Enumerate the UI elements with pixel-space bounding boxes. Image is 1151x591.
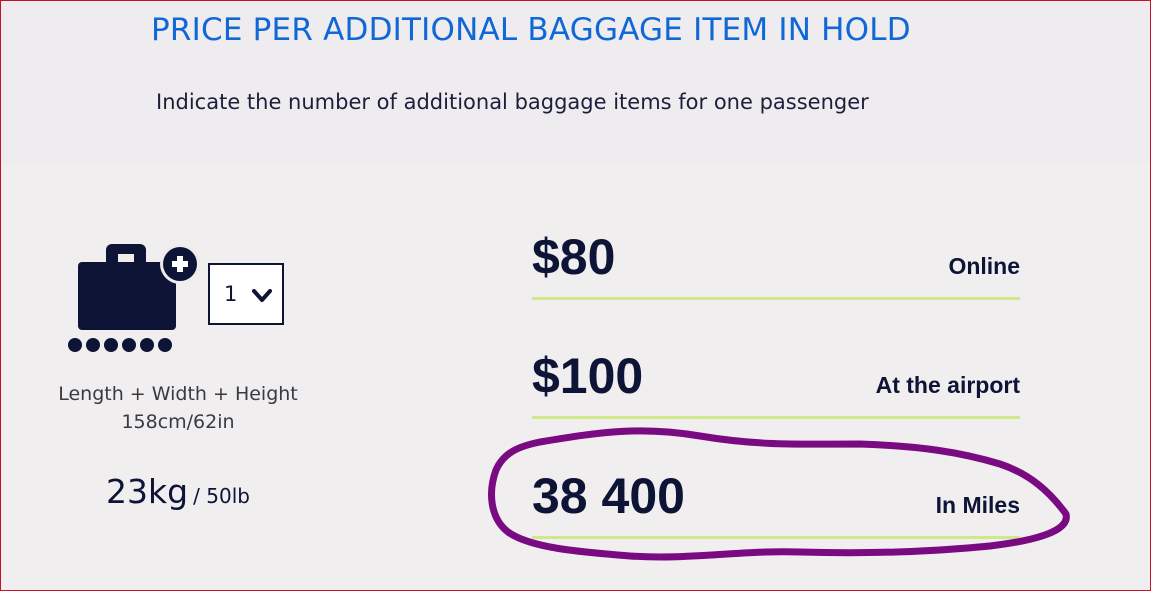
price-amount: $80 [532,229,616,285]
baggage-quantity-select[interactable]: 1 [208,263,284,325]
price-row-miles: 38 400 In Miles [532,465,1020,539]
price-label: Online [948,253,1020,279]
price-label: In Miles [935,492,1020,518]
dimensions-label: Length + Width + Height [58,383,298,405]
chevron-down-icon [252,288,272,302]
page-title: PRICE PER ADDITIONAL BAGGAGE ITEM IN HOL… [151,12,911,48]
dimensions-value: 158cm/62in [121,411,235,433]
price-label: At the airport [875,372,1020,398]
page-subtitle: Indicate the number of additional baggag… [156,90,869,114]
weight-kg: 23kg [106,472,189,511]
weight-allowance: 23kg / 50lb [30,472,326,511]
suitcase-add-icon [66,242,202,354]
price-row-airport: $100 At the airport [532,345,1020,419]
quantity-selected-value: 1 [224,282,238,306]
price-row-online: $80 Online [532,226,1020,300]
price-amount: $100 [532,348,644,404]
weight-lb: / 50lb [193,484,250,508]
price-amount: 38 400 [532,468,685,524]
